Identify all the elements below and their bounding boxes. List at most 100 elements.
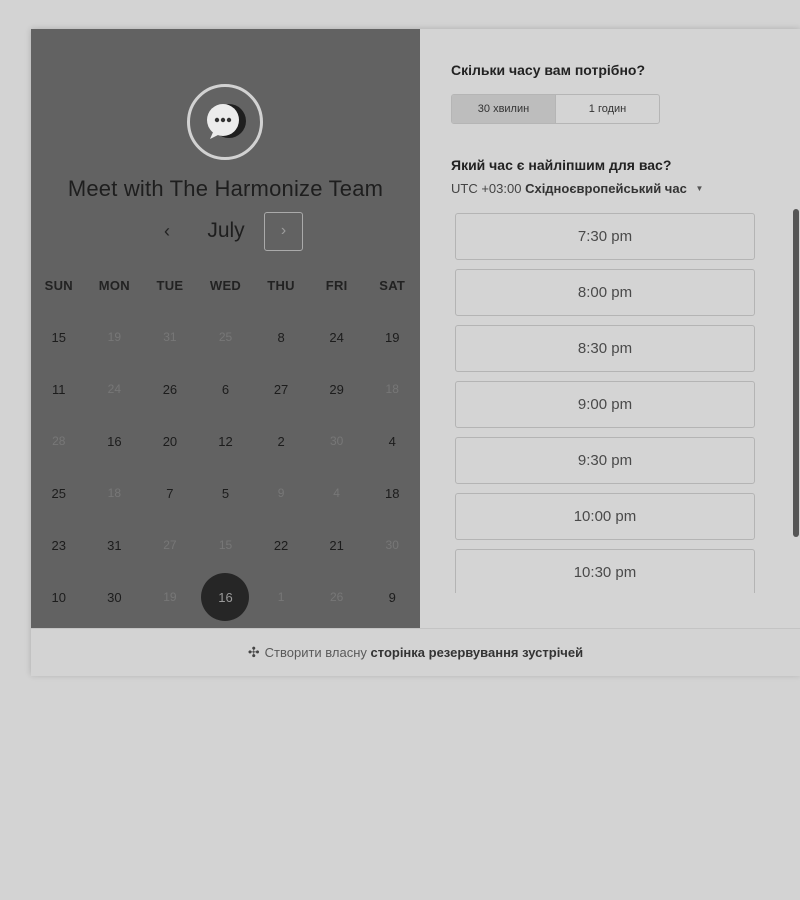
calendar-day[interactable]: 31 <box>87 519 143 571</box>
calendar-day: 19 <box>87 311 143 363</box>
weekday-label: SUN <box>44 278 73 293</box>
calendar-day[interactable]: 23 <box>31 519 87 571</box>
footer-banner: ✣ Створити власну сторінка резервування … <box>31 628 800 676</box>
caret-down-icon: ▼ <box>695 184 704 193</box>
prev-month-icon[interactable]: ‹ <box>156 216 178 246</box>
calendar-day[interactable]: 16 <box>87 415 143 467</box>
selected-day[interactable]: 16 <box>198 571 254 623</box>
company-logo <box>187 84 263 160</box>
calendar-day: 30 <box>364 519 420 571</box>
calendar-day[interactable]: 5 <box>198 467 254 519</box>
calendar-day[interactable]: 27 <box>253 363 309 415</box>
day-number: 19 <box>107 330 122 344</box>
weekday-label: SAT <box>379 278 406 293</box>
day-number: 16 <box>201 573 250 621</box>
calendar-day[interactable]: 25 <box>31 467 87 519</box>
month-navigation: ‹ July › <box>31 212 420 254</box>
weekday-label: TUE <box>156 278 184 293</box>
day-grid: 15 19 31 25 8 24 19 11 24 26 6 27 29 18 28 16 20 12 2 30 4 25… <box>31 311 420 623</box>
footer-link[interactable]: сторінка резервування зустрічей <box>371 645 584 660</box>
time-slot[interactable]: 8:00 pm <box>455 269 755 316</box>
day-number: 30 <box>329 434 344 448</box>
calendar-day[interactable]: 26 <box>142 363 198 415</box>
booking-panel: Скільки часу вам потрібно? 30 хвилин 1 г… <box>420 29 800 628</box>
day-number: 30 <box>385 538 399 552</box>
day-number: 7 <box>166 485 174 501</box>
day-number: 27 <box>273 381 289 397</box>
calendar-day[interactable]: 20 <box>142 415 198 467</box>
day-number: 25 <box>51 485 67 501</box>
calendar-day[interactable]: 7 <box>142 467 198 519</box>
chat-bubble-icon <box>207 104 246 139</box>
calendar-day: 25 <box>198 311 254 363</box>
time-question: Який час є найліпшим для вас? <box>451 157 672 173</box>
weekday-label: MON <box>98 278 130 293</box>
next-month-button[interactable]: › <box>264 212 303 251</box>
day-number: 9 <box>388 589 396 605</box>
day-number: 4 <box>388 433 396 449</box>
calendar-day: 31 <box>142 311 198 363</box>
time-slot[interactable]: 10:00 pm <box>455 493 755 540</box>
calendar-day: 19 <box>142 571 198 623</box>
day-number: 23 <box>51 537 67 553</box>
day-number: 18 <box>107 486 122 500</box>
calendar-day[interactable]: 11 <box>31 363 87 415</box>
duration-toggle: 30 хвилин 1 годин <box>451 94 660 124</box>
time-slot[interactable]: 8:30 pm <box>455 325 755 372</box>
calendar-day[interactable]: 6 <box>198 363 254 415</box>
current-month: July <box>207 219 245 242</box>
timezone-selector[interactable]: UTC +03:00 Східноєвропейський час ▼ <box>451 181 703 196</box>
calendar-day[interactable]: 8 <box>253 311 309 363</box>
day-number: 18 <box>384 485 400 501</box>
day-number: 25 <box>218 330 233 344</box>
day-number: 19 <box>384 329 400 345</box>
day-number: 15 <box>218 538 233 552</box>
calendar-day[interactable]: 18 <box>364 467 420 519</box>
duration-option-30min[interactable]: 30 хвилин <box>452 95 556 123</box>
calendar-day: 30 <box>309 415 365 467</box>
calendar-day[interactable]: 2 <box>253 415 309 467</box>
calendar-day[interactable]: 22 <box>253 519 309 571</box>
day-number: 10 <box>51 589 67 605</box>
day-number: 26 <box>329 590 344 604</box>
day-number: 31 <box>107 537 122 553</box>
calendar-day: 1 <box>253 571 309 623</box>
meetings-widget: Meet with The Harmonize Team ‹ July › SU… <box>31 29 800 676</box>
day-number: 1 <box>277 590 285 604</box>
calendar-day[interactable]: 10 <box>31 571 87 623</box>
day-number: 21 <box>329 537 344 553</box>
time-slot[interactable]: 9:00 pm <box>455 381 755 428</box>
day-number: 8 <box>277 329 285 345</box>
time-slot[interactable]: 7:30 pm <box>455 213 755 260</box>
calendar-day[interactable]: 15 <box>31 311 87 363</box>
calendar-day[interactable]: 4 <box>364 415 420 467</box>
weekday-label: THU <box>267 278 295 293</box>
meeting-title: Meet with The Harmonize Team <box>67 176 384 201</box>
time-slot[interactable]: 10:30 pm <box>455 549 755 593</box>
day-number: 5 <box>221 485 230 501</box>
calendar-day: 27 <box>142 519 198 571</box>
day-number: 30 <box>107 589 122 605</box>
day-number: 4 <box>333 486 340 500</box>
time-slot[interactable]: 9:30 pm <box>455 437 755 484</box>
calendar-day[interactable]: 24 <box>309 311 365 363</box>
calendar-day[interactable]: 21 <box>309 519 365 571</box>
calendar-day[interactable]: 9 <box>364 571 420 623</box>
calendar-day: 4 <box>309 467 365 519</box>
slots-scrollbar[interactable] <box>793 209 799 537</box>
calendar-day: 24 <box>87 363 143 415</box>
duration-option-1h[interactable]: 1 годин <box>556 95 659 123</box>
sprocket-icon: ✣ <box>247 644 260 660</box>
day-number: 18 <box>385 382 399 396</box>
day-number: 16 <box>107 433 122 449</box>
calendar-day[interactable]: 12 <box>198 415 254 467</box>
calendar-day: 18 <box>87 467 143 519</box>
day-number: 31 <box>163 330 177 344</box>
time-slot-list: 7:30 pm 8:00 pm 8:30 pm 9:00 pm 9:30 pm … <box>455 213 757 593</box>
weekday-label: WED <box>209 278 242 293</box>
calendar-day[interactable]: 19 <box>364 311 420 363</box>
calendar-day: 15 <box>198 519 254 571</box>
calendar-day[interactable]: 30 <box>87 571 143 623</box>
duration-question: Скільки часу вам потрібно? <box>451 62 646 78</box>
calendar-day[interactable]: 29 <box>309 363 365 415</box>
